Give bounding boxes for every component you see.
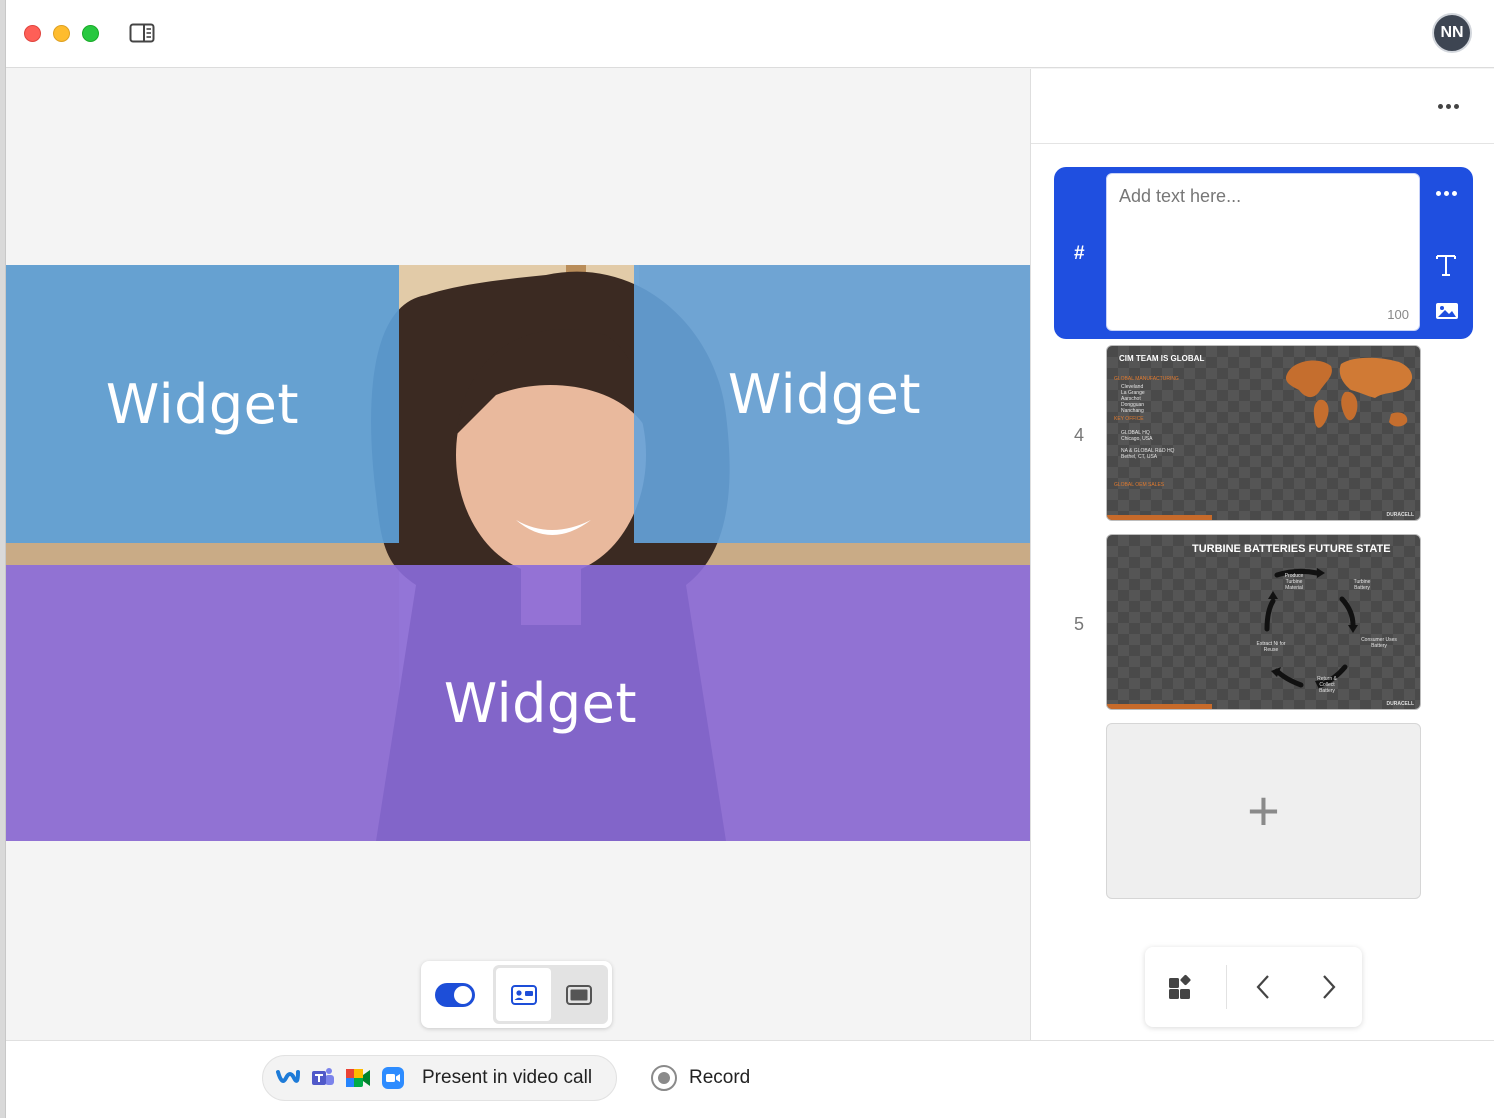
widget-label: Widget bbox=[105, 372, 300, 436]
plus-icon: + bbox=[1247, 779, 1280, 842]
slide-navigation bbox=[1145, 947, 1362, 1027]
panel-more-icon[interactable] bbox=[1438, 104, 1459, 109]
layout-segmented-control bbox=[493, 965, 608, 1024]
slide-5-brand: DURACELL bbox=[1386, 701, 1415, 707]
layout-controls bbox=[421, 961, 612, 1028]
slide-5-number: 5 bbox=[1074, 614, 1085, 634]
slide-4-body-text: KEY OFFICE bbox=[1114, 416, 1144, 422]
cycle-step-label: Extract Ni for Reuse bbox=[1256, 641, 1286, 653]
cycle-step-label: Turbine Battery bbox=[1353, 579, 1371, 591]
video-call-apps bbox=[275, 1065, 406, 1091]
slide-4-title: CIM TEAM IS GLOBAL bbox=[1119, 354, 1205, 363]
text-placeholder: Add text here... bbox=[1119, 186, 1242, 206]
slide-text-input[interactable]: Add text here... 100 bbox=[1106, 173, 1420, 331]
slide-4-body-text: GLOBAL OEM SALES bbox=[1114, 482, 1165, 488]
bottom-bar: Present in video call Record bbox=[6, 1040, 1494, 1118]
slides-panel-header bbox=[1031, 69, 1494, 144]
chevron-left-icon bbox=[1256, 975, 1269, 999]
slide-4-body-text: Cleveland La Grange Aarschot Dongguan Nancha… bbox=[1121, 384, 1145, 414]
cycle-step-label: Return & Collect Battery bbox=[1317, 676, 1337, 694]
avatar[interactable]: NN bbox=[1432, 13, 1472, 53]
slide-4-body-text: GLOBAL MANUFACTURING bbox=[1114, 376, 1179, 382]
next-slide-button[interactable] bbox=[1309, 967, 1349, 1007]
present-in-video-call-button[interactable]: Present in video call bbox=[262, 1055, 617, 1101]
slide-4-thumbnail[interactable]: CIM TEAM IS GLOBAL GLOBAL MANUFACTURING … bbox=[1106, 345, 1421, 521]
slide-5-thumbnail[interactable]: TURBINE BATTERIES FUTURE STATE Produce T… bbox=[1106, 534, 1421, 710]
widgets-icon bbox=[1169, 974, 1191, 999]
sidebar-toggle-icon[interactable] bbox=[129, 23, 155, 43]
widget-top-left[interactable]: Widget bbox=[6, 265, 399, 543]
widget-bottom[interactable]: Widget bbox=[6, 565, 1030, 841]
slide-4-body-text: GLOBAL HQ Chicago, USA NA & GLOBAL R&D HQ B… bbox=[1121, 430, 1175, 460]
text-format-icon[interactable] bbox=[1435, 253, 1457, 282]
layout-camera-button[interactable] bbox=[496, 968, 551, 1021]
app-window: NN Widget Widget Widget # Add text here.… bbox=[5, 0, 1494, 1118]
camera-layout-icon bbox=[510, 984, 537, 1005]
widget-label: Widget bbox=[727, 362, 922, 426]
record-label: Record bbox=[689, 1067, 751, 1088]
chevron-right-icon bbox=[1323, 975, 1336, 999]
active-slide-card[interactable]: # Add text here... 100 bbox=[1054, 167, 1473, 339]
cycle-step-label: Consumer Uses Battery bbox=[1361, 637, 1397, 649]
webex-icon bbox=[275, 1065, 301, 1091]
previous-slide-button[interactable] bbox=[1243, 967, 1283, 1007]
slide-more-icon[interactable] bbox=[1436, 191, 1457, 196]
presentation-stage: Widget Widget Widget bbox=[6, 69, 1030, 1040]
layout-slide-button[interactable] bbox=[551, 968, 606, 1021]
record-icon bbox=[651, 1065, 677, 1091]
camera-toggle[interactable] bbox=[435, 983, 475, 1007]
widgets-button[interactable] bbox=[1161, 967, 1201, 1007]
zoom-window-button[interactable] bbox=[82, 25, 99, 42]
slide-5-accent-bar bbox=[1107, 704, 1212, 709]
slides-panel: # Add text here... 100 4 CIM TEAM IS GLO… bbox=[1030, 69, 1494, 1040]
present-label: Present in video call bbox=[422, 1067, 593, 1088]
minimize-window-button[interactable] bbox=[53, 25, 70, 42]
char-limit: 100 bbox=[1387, 307, 1409, 322]
world-map-image bbox=[1285, 357, 1413, 428]
widget-top-right[interactable]: Widget bbox=[634, 265, 1030, 543]
slide-4-number: 4 bbox=[1074, 425, 1085, 445]
slide-layout-icon bbox=[565, 984, 592, 1005]
slide-number: # bbox=[1074, 243, 1085, 264]
slide-4-brand: DURACELL bbox=[1386, 512, 1415, 518]
close-window-button[interactable] bbox=[24, 25, 41, 42]
nav-divider bbox=[1226, 965, 1227, 1009]
widget-label: Widget bbox=[443, 671, 638, 735]
record-button[interactable]: Record bbox=[651, 1065, 750, 1091]
image-icon[interactable] bbox=[1435, 302, 1459, 325]
camera-video: Widget Widget Widget bbox=[6, 265, 1030, 841]
google-meet-icon bbox=[345, 1065, 371, 1091]
titlebar: NN bbox=[6, 0, 1494, 68]
slide-4-accent-bar bbox=[1107, 515, 1212, 520]
slide-5-title: TURBINE BATTERIES FUTURE STATE bbox=[1192, 543, 1391, 555]
cycle-step-label: Produce Turbine Material bbox=[1284, 573, 1304, 591]
teams-icon bbox=[310, 1065, 336, 1091]
zoom-icon bbox=[380, 1065, 406, 1091]
add-slide-button[interactable]: + bbox=[1106, 723, 1421, 899]
